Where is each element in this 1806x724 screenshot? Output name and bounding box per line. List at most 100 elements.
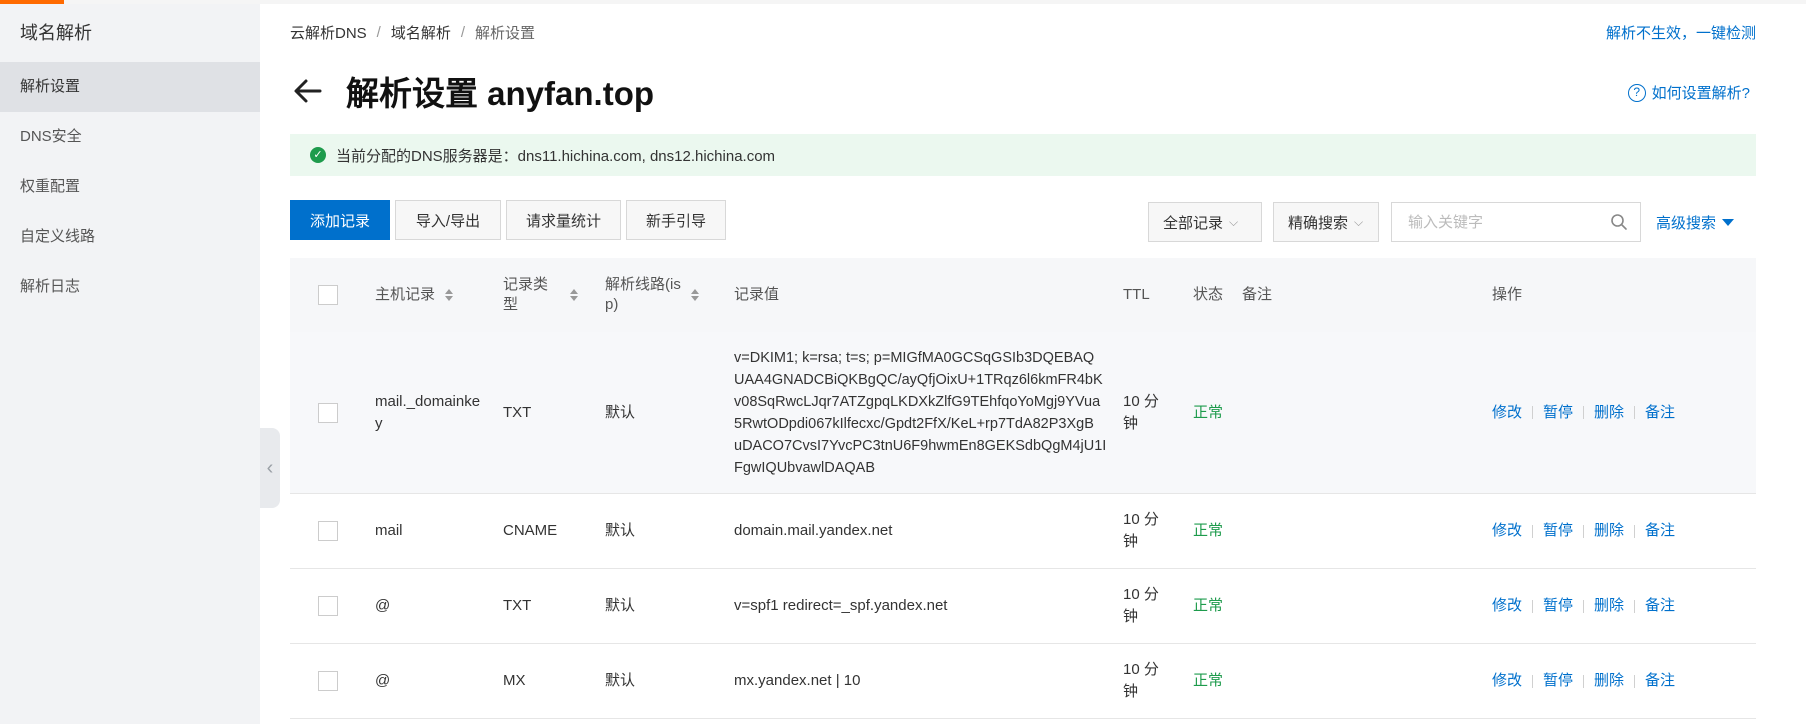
row-select-cell <box>318 644 338 718</box>
action-divider <box>1583 599 1585 613</box>
cell-value: v=DKIM1; k=rsa; t=s; p=MIGfMA0GCSqGSIb3D… <box>734 332 1114 493</box>
action-divider <box>1634 674 1636 688</box>
dns-server-notice: ✓ 当前分配的DNS服务器是：dns11.hichina.com, dns12.… <box>290 134 1756 176</box>
sidebar-collapse-handle[interactable]: ‹ <box>260 428 280 508</box>
add-record-button[interactable]: 添加记录 <box>290 200 390 240</box>
pause-link[interactable]: 暂停 <box>1543 670 1573 692</box>
edit-link[interactable]: 修改 <box>1492 670 1522 692</box>
cell-host: mail._domainke y <box>375 332 495 493</box>
row-checkbox[interactable] <box>318 402 338 423</box>
sidebar-item-resolve-log[interactable]: 解析日志 <box>0 262 260 312</box>
status-badge: 正常 <box>1193 597 1224 614</box>
back-arrow-icon[interactable] <box>290 73 326 109</box>
chevron-left-icon: ‹ <box>266 456 274 479</box>
sidebar-title: 域名解析 <box>20 23 92 43</box>
row-checkbox[interactable] <box>318 671 338 691</box>
row-checkbox[interactable] <box>318 596 338 616</box>
header-host[interactable]: 主机记录 <box>375 258 454 332</box>
page-header: 解析设置 anyfan.top <box>290 66 654 116</box>
cell-ttl-text: 10 分钟 <box>1123 391 1159 435</box>
delete-link[interactable]: 删除 <box>1594 670 1624 692</box>
remark-link[interactable]: 备注 <box>1645 670 1675 692</box>
row-actions: 修改 暂停 删除 备注 <box>1492 644 1675 718</box>
sidebar-item-dns-security[interactable]: DNS安全 <box>0 112 260 162</box>
beginner-guide-button[interactable]: 新手引导 <box>626 200 726 240</box>
cell-value-line: v08SqRwcLJqr7ATZgpqLKDXkZlfG9TEhfqoYoMgj… <box>734 393 1101 410</box>
header-status: 状态 <box>1193 286 1224 303</box>
row-checkbox[interactable] <box>318 521 338 541</box>
breadcrumb-item-current: 解析设置 <box>475 25 536 42</box>
breadcrumb: 云解析DNS / 域名解析 / 解析设置 <box>290 22 535 43</box>
header-value: 记录值 <box>734 286 780 303</box>
remark-link[interactable]: 备注 <box>1645 595 1675 617</box>
table-row: @ MX 默认 mx.yandex.net | 10 10 分钟 正常 修改 暂… <box>290 644 1756 719</box>
breadcrumb-item-cloud-dns[interactable]: 云解析DNS <box>290 22 367 43</box>
cell-ttl: 10 分钟 <box>1123 494 1159 568</box>
cell-value: mx.yandex.net | 10 <box>734 672 861 689</box>
row-select-cell <box>318 332 338 493</box>
action-divider <box>1532 674 1534 688</box>
cell-ttl: 10 分钟 <box>1123 332 1159 493</box>
cell-host-line-1: mail._domainke <box>375 392 481 410</box>
cell-ttl-line-2: 钟 <box>1123 533 1139 550</box>
request-stats-button[interactable]: 请求量统计 <box>506 200 621 240</box>
sidebar: 域名解析 解析设置 DNS安全 权重配置 自定义线路 解析日志 <box>0 4 260 724</box>
search-icon[interactable] <box>1610 213 1628 231</box>
cell-value-line: UAA4GNADCBiQKBgQC/ayQfjOixU+1TRqz6l6kmFR… <box>734 371 1103 388</box>
dns-server-notice-text: 当前分配的DNS服务器是：dns11.hichina.com, dns12.hi… <box>336 147 776 165</box>
edit-link[interactable]: 修改 <box>1492 520 1522 542</box>
cell-value-line: 5RwtODpdi067kIlfecxc/Gpdt2FfX/KeL+rp7TdA… <box>734 415 1094 432</box>
header-host-label: 主机记录 <box>375 286 436 303</box>
remark-link[interactable]: 备注 <box>1645 402 1675 424</box>
header-type-line-1: 记录类 <box>503 276 549 293</box>
sidebar-item-resolve-settings[interactable]: 解析设置 <box>0 62 260 112</box>
select-all-checkbox[interactable] <box>318 285 338 305</box>
chevron-down-icon: ⌵ <box>1229 214 1239 229</box>
pause-link[interactable]: 暂停 <box>1543 520 1573 542</box>
cell-type: MX <box>503 672 526 689</box>
cell-line: 默认 <box>605 597 636 614</box>
help-link-label: 如何设置解析? <box>1651 85 1750 102</box>
header-type[interactable]: 记录类 型 <box>503 258 579 332</box>
sidebar-item-weight-config[interactable]: 权重配置 <box>0 162 260 212</box>
header-line-line-2: p) <box>605 296 619 313</box>
delete-link[interactable]: 删除 <box>1594 520 1624 542</box>
cell-ttl-line-1: 10 分 <box>1123 392 1159 410</box>
match-mode-value: 精确搜索 <box>1288 214 1349 232</box>
breadcrumb-item-domain-resolve[interactable]: 域名解析 <box>391 22 451 43</box>
cell-host: mail <box>375 522 403 539</box>
header-ttl: TTL <box>1123 286 1150 303</box>
cell-type: TXT <box>503 403 532 421</box>
import-export-button[interactable]: 导入/导出 <box>395 200 501 240</box>
cell-value-line: uDACO7CvsI7YvcPC3tnU6F9hwmEn8GEKSdbQgM4j… <box>734 437 1107 454</box>
advanced-search-link[interactable]: 高级搜索 <box>1656 212 1735 233</box>
help-link[interactable]: ? 如何设置解析? <box>1627 82 1750 103</box>
header-line-label: 解析线路(is p) <box>605 275 681 315</box>
delete-link[interactable]: 删除 <box>1594 402 1624 424</box>
pause-link[interactable]: 暂停 <box>1543 595 1573 617</box>
header-line[interactable]: 解析线路(is p) <box>605 258 699 332</box>
cell-line: 默认 <box>605 522 636 539</box>
edit-link[interactable]: 修改 <box>1492 402 1522 424</box>
row-actions: 修改 暂停 删除 备注 <box>1492 569 1675 643</box>
cell-line: 默认 <box>605 672 636 689</box>
diagnose-link[interactable]: 解析不生效，一键检测 <box>1606 22 1756 43</box>
cell-ttl: 10 分钟 <box>1123 644 1159 718</box>
delete-link[interactable]: 删除 <box>1594 595 1624 617</box>
cell-type: TXT <box>503 597 532 614</box>
remark-link[interactable]: 备注 <box>1645 520 1675 542</box>
cell-ttl-line-1: 10 分 <box>1123 661 1159 678</box>
breadcrumb-separator: / <box>460 24 466 41</box>
action-divider <box>1634 406 1636 419</box>
record-filter-dropdown[interactable]: 全部记录 ⌵ <box>1148 202 1262 242</box>
sort-icon <box>570 289 579 301</box>
keyword-search-input[interactable] <box>1406 212 1586 232</box>
pause-link[interactable]: 暂停 <box>1543 402 1573 424</box>
match-mode-dropdown[interactable]: 精确搜索 ⌵ <box>1273 202 1379 242</box>
edit-link[interactable]: 修改 <box>1492 595 1522 617</box>
header-remark: 备注 <box>1242 286 1273 303</box>
action-divider <box>1583 524 1585 538</box>
check-circle-icon: ✓ <box>310 147 326 163</box>
cell-ttl: 10 分钟 <box>1123 569 1159 643</box>
sidebar-item-custom-lines[interactable]: 自定义线路 <box>0 212 260 262</box>
